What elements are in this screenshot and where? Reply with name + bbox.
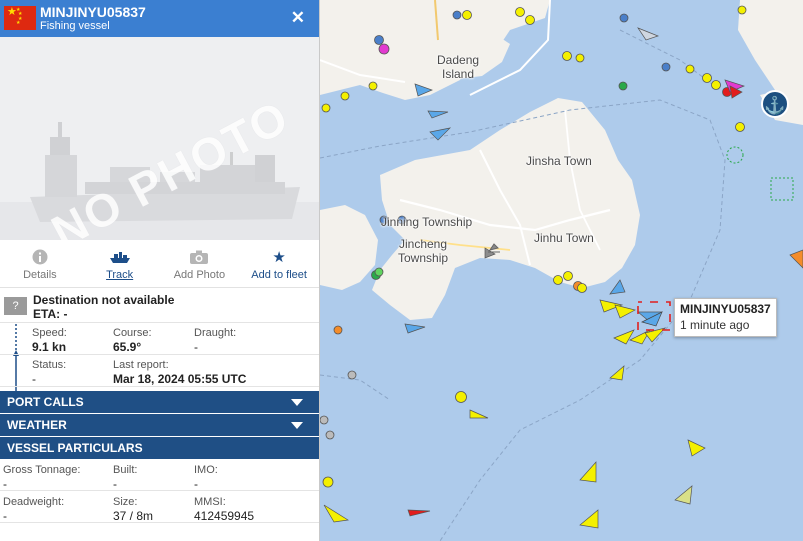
details-label: Details <box>23 269 57 281</box>
panel-header: ★ ★ ★ ★ ★ MINJINYU05837 Fishing vessel ✕ <box>0 0 319 37</box>
last-report-value: Mar 18, 2024 05:55 UTC <box>113 372 247 386</box>
vessel-photo: NO PHOTO <box>0 37 319 240</box>
imo-label: IMO: <box>194 464 218 476</box>
map-base <box>320 0 803 541</box>
last-report-cell: Last report: Mar 18, 2024 05:55 UTC <box>113 358 246 386</box>
particulars-row-1: Gross Tonnage: - Built: - IMO: - <box>0 459 319 491</box>
deadweight-label: Deadweight: <box>3 496 65 508</box>
draught-label: Draught: <box>194 327 237 339</box>
destination-text: Destination not available <box>33 293 175 307</box>
course-value: 65.9° <box>113 340 142 354</box>
course-cell: Course: 65.9° <box>113 326 152 354</box>
tooltip-vessel-name: MINJINYU05837 <box>680 302 771 316</box>
gross-tonnage-cell: Gross Tonnage: - <box>3 463 80 491</box>
track-button[interactable]: Track <box>80 240 160 287</box>
speed-course-row: Speed: 9.1 kn Course: 65.9° Draught: - <box>0 323 319 355</box>
speed-cell: Speed: 9.1 kn <box>32 326 67 354</box>
mmsi-value: 412459945 <box>194 509 255 523</box>
destination-row: ? Destination not available ETA: - <box>0 288 319 323</box>
voyage-info: Speed: 9.1 kn Course: 65.9° Draught: - Stat… <box>0 323 319 387</box>
label-jincheng-township: Jincheng Township <box>398 237 449 265</box>
speed-value: 9.1 kn <box>32 340 67 354</box>
map-view[interactable]: Dadeng Island Jinsha Town Jinning Townsh… <box>320 0 803 541</box>
status-report-row: Status: - Last report: Mar 18, 2024 05:55 … <box>0 355 319 387</box>
details-button[interactable]: Details <box>0 240 80 287</box>
speed-label: Speed: <box>32 327 67 339</box>
china-flag-icon: ★ ★ ★ ★ ★ <box>4 6 36 30</box>
imo-value: - <box>194 477 198 491</box>
last-report-label: Last report: <box>113 359 169 371</box>
status-label: Status: <box>32 359 67 371</box>
port-calls-title: PORT CALLS <box>7 395 84 409</box>
close-icon[interactable]: ✕ <box>291 9 305 27</box>
size-label: Size: <box>113 496 138 508</box>
chevron-down-icon <box>291 399 303 406</box>
label-jinhu-town: Jinhu Town <box>534 231 594 245</box>
port-calls-section[interactable]: PORT CALLS <box>0 391 319 413</box>
camera-icon <box>160 249 240 267</box>
built-label: Built: <box>113 464 138 476</box>
vessel-name: MINJINYU05837 <box>40 4 146 20</box>
status-value: - <box>32 372 36 386</box>
track-label: Track <box>106 269 134 281</box>
ship-icon <box>80 249 160 267</box>
destination-unknown-icon: ? <box>4 297 27 315</box>
course-label: Course: <box>113 327 152 339</box>
size-cell: Size: 37 / 8m <box>113 495 153 523</box>
vessel-particulars-title: VESSEL PARTICULARS <box>7 441 143 455</box>
gross-tonnage-value: - <box>3 477 7 491</box>
imo-cell: IMO: - <box>194 463 218 491</box>
anchor-icon[interactable]: ⚓ <box>761 90 789 118</box>
add-to-fleet-label: Add to fleet <box>251 269 307 281</box>
chevron-down-icon <box>291 422 303 429</box>
particulars-row-2: Deadweight: - Size: 37 / 8m MMSI: 412459945 <box>0 491 319 523</box>
weather-title: WEATHER <box>7 418 67 432</box>
built-cell: Built: - <box>113 463 137 491</box>
action-bar: Details Track Add Photo ★ Add to fleet <box>0 240 319 288</box>
weather-section[interactable]: WEATHER <box>0 414 319 436</box>
label-dadeng-island: Dadeng Island <box>437 53 480 81</box>
star-icon: ★ <box>272 249 286 266</box>
status-cell: Status: - <box>32 358 66 386</box>
vessel-info-panel: ★ ★ ★ ★ ★ MINJINYU05837 Fishing vessel ✕… <box>0 0 320 541</box>
deadweight-cell: Deadweight: - <box>3 495 64 523</box>
size-value: 37 / 8m <box>113 509 154 523</box>
built-value: - <box>113 477 117 491</box>
label-jinning-township: Jinning Township <box>381 215 473 229</box>
add-photo-button[interactable]: Add Photo <box>160 240 240 287</box>
tooltip-last-seen: 1 minute ago <box>680 318 750 332</box>
eta-text: ETA: - <box>33 307 68 321</box>
gross-tonnage-label: Gross Tonnage: <box>3 464 81 476</box>
draught-value: - <box>194 340 198 354</box>
info-icon <box>0 249 80 267</box>
draught-cell: Draught: - <box>194 326 236 354</box>
add-photo-label: Add Photo <box>173 269 226 281</box>
deadweight-value: - <box>3 509 7 523</box>
mmsi-cell: MMSI: 412459945 <box>194 495 254 523</box>
add-to-fleet-button[interactable]: ★ Add to fleet <box>239 240 319 287</box>
vessel-particulars-section[interactable]: VESSEL PARTICULARS <box>0 437 319 459</box>
mmsi-label: MMSI: <box>194 496 226 508</box>
vessel-tooltip: MINJINYU05837 1 minute ago <box>674 298 777 337</box>
vessel-type: Fishing vessel <box>40 20 110 32</box>
label-jinsha-town: Jinsha Town <box>526 154 592 168</box>
